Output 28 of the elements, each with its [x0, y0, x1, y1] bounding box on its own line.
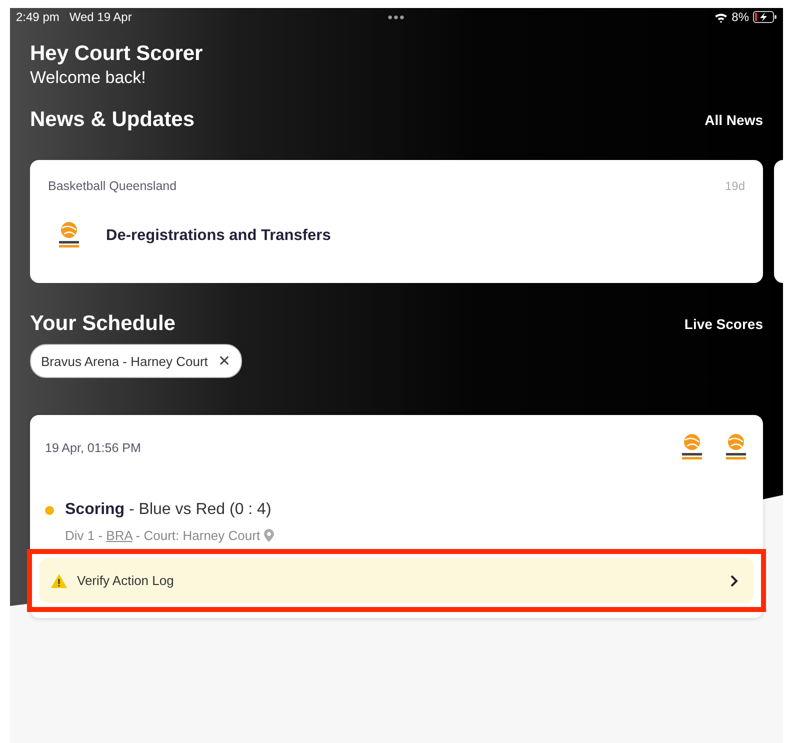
status-time: 2:49 pm: [16, 10, 60, 24]
all-news-link[interactable]: All News: [704, 112, 763, 128]
filter-chip[interactable]: Bravus Arena - Harney Court ✕: [30, 344, 242, 378]
wifi-icon: [714, 12, 728, 22]
status-date: Wed 19 Apr: [69, 10, 132, 24]
section-title: News & Updates: [30, 108, 195, 132]
venue-link[interactable]: BRA: [106, 528, 132, 543]
location-pin-icon: [264, 529, 274, 542]
game-details: Div 1 - BRA - Court: Harney Court: [65, 528, 260, 543]
multitask-handle[interactable]: •••: [388, 9, 406, 25]
greeting-subtitle: Welcome back!: [30, 68, 147, 88]
news-age: 19d: [724, 179, 745, 193]
battery-icon: [753, 11, 777, 23]
game-datetime: 19 Apr, 01:56 PM: [45, 441, 141, 455]
news-card[interactable]: Basketball Queensland 19d De-registrations and Transfers: [30, 160, 763, 283]
chip-label: Bravus Arena - Harney Court: [41, 354, 208, 368]
warning-icon: [51, 574, 67, 588]
live-scores-link[interactable]: Live Scores: [684, 316, 763, 332]
close-button[interactable]: ✕: [218, 352, 231, 370]
game-summary: Scoring - Blue vs Red (0 : 4): [65, 501, 272, 519]
battery-percent: 8%: [732, 10, 749, 24]
chevron-right-icon: [730, 574, 738, 586]
verify-action-log-button[interactable]: Verify Action Log: [39, 558, 754, 603]
game-card[interactable]: 19 Apr, 01:56 PM Scoring - Blue vs Red (0 : 4) Div 1 - BRA - Court: Harney Court Verify Action Log: [30, 415, 763, 618]
news-headline: De-registrations and Transfers: [106, 227, 331, 245]
section-title: Your Schedule: [30, 312, 176, 336]
greeting-title: Hey Court Scorer: [30, 42, 204, 66]
news-source: Basketball Queensland: [48, 179, 177, 193]
